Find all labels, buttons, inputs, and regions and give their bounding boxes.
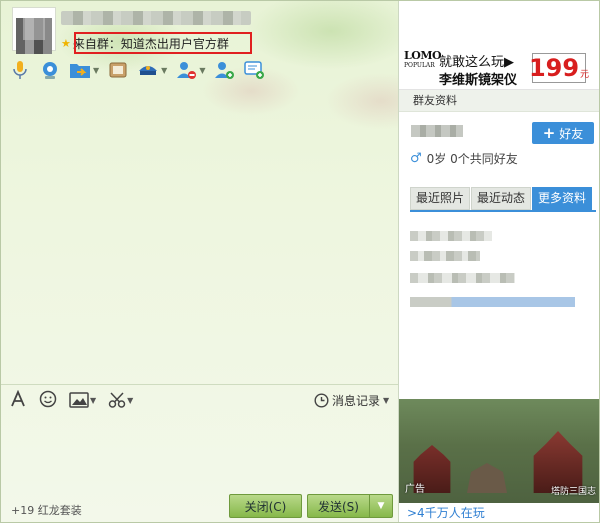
section-title: 群友资料 bbox=[399, 90, 599, 112]
video-button[interactable] bbox=[39, 59, 61, 81]
image-button[interactable]: ▼ bbox=[69, 392, 96, 408]
tab-recent-photos[interactable]: 最近照片 bbox=[410, 187, 471, 210]
info-row-redacted bbox=[410, 231, 492, 241]
age-text: 0岁 0个共同好友 bbox=[426, 152, 518, 166]
chevron-down-icon[interactable]: ▼ bbox=[127, 396, 133, 405]
highlight-annotation bbox=[74, 32, 252, 54]
send-button[interactable]: 发送(S) bbox=[307, 494, 369, 518]
chevron-down-icon[interactable]: ▼ bbox=[90, 396, 96, 405]
folder-transfer-icon bbox=[69, 59, 91, 81]
game-ad[interactable]: 广告 塔防三国志 bbox=[399, 399, 599, 503]
tab-underline bbox=[410, 210, 596, 212]
screenshot-button[interactable]: ▼ bbox=[108, 391, 133, 409]
police-hat-icon bbox=[137, 59, 159, 81]
screen-share-icon bbox=[107, 59, 129, 81]
brand-logo: LOMO POPULAR bbox=[404, 49, 442, 69]
add-friend-label: 好友 bbox=[559, 126, 584, 141]
camera-icon bbox=[39, 59, 61, 81]
plus-icon: + bbox=[542, 123, 556, 142]
suit-label[interactable]: +19 红龙套装 bbox=[11, 502, 82, 518]
message-area[interactable] bbox=[1, 89, 398, 384]
ad-line-2: 李维斯镜架仪 bbox=[439, 73, 518, 88]
chevron-down-icon: ▼ bbox=[377, 501, 385, 511]
image-icon bbox=[69, 392, 89, 408]
footer-bar: +19 红龙套装 关闭(C) 发送(S) ▼ bbox=[1, 493, 398, 522]
ad-line-1: 就敢这么玩▶ bbox=[439, 55, 514, 70]
add-friend-button[interactable]: + 好友 bbox=[532, 122, 594, 144]
banner-ad[interactable]: LOMO POPULAR 就敢这么玩▶ 李维斯镜架仪 199 元 bbox=[399, 45, 599, 90]
info-row-redacted bbox=[410, 273, 515, 283]
chevron-down-icon[interactable]: ▼ bbox=[199, 66, 205, 75]
male-icon: ♂ bbox=[410, 151, 422, 166]
tab-more-info[interactable]: 更多资料 bbox=[532, 187, 593, 210]
remove-member-button[interactable]: ▼ bbox=[175, 59, 205, 81]
right-panel: LOMO POPULAR 就敢这么玩▶ 李维斯镜架仪 199 元 群友资料 + … bbox=[398, 1, 599, 522]
nickname-redacted bbox=[61, 11, 251, 25]
clock-icon bbox=[314, 392, 329, 408]
game-logo: 塔防三国志 bbox=[550, 487, 596, 497]
user-add-icon bbox=[213, 59, 235, 81]
tent-graphic bbox=[467, 463, 507, 493]
user-remove-icon bbox=[175, 59, 197, 81]
info-row-redacted bbox=[410, 297, 575, 307]
voice-button[interactable] bbox=[9, 59, 31, 81]
message-history-button[interactable]: 消息记录 ▼ bbox=[314, 389, 389, 411]
file-transfer-button[interactable]: ▼ bbox=[69, 59, 99, 81]
players-link[interactable]: >4千万人在玩 bbox=[399, 503, 599, 522]
send-options-button[interactable]: ▼ bbox=[369, 494, 393, 518]
message-button[interactable] bbox=[243, 59, 265, 81]
member-name-redacted bbox=[411, 125, 463, 137]
chevron-down-icon[interactable]: ▼ bbox=[161, 66, 167, 75]
chevron-down-icon: ▼ bbox=[383, 395, 390, 405]
close-button[interactable]: 关闭(C) bbox=[229, 494, 302, 518]
member-info: ♂ 0岁 0个共同好友 bbox=[410, 150, 518, 167]
screen-button[interactable] bbox=[107, 59, 129, 81]
ad-tag: 广告 bbox=[405, 484, 425, 495]
app-button[interactable]: ▼ bbox=[137, 59, 167, 81]
input-toolbar: ▼ ▼ bbox=[9, 389, 133, 411]
info-row-redacted bbox=[410, 251, 480, 261]
font-icon[interactable] bbox=[9, 389, 27, 411]
message-history-label: 消息记录 bbox=[332, 393, 381, 408]
chat-window: ★ 来自群：知道杰出用户官方群 ▾ – □ ✕ ▼ bbox=[0, 0, 600, 523]
microphone-icon bbox=[9, 59, 31, 81]
chat-toolbar: ▼ ▼ ▼ bbox=[9, 56, 265, 84]
divider bbox=[1, 384, 398, 385]
emoji-icon[interactable] bbox=[39, 390, 57, 411]
avatar[interactable] bbox=[12, 7, 56, 55]
message-input[interactable] bbox=[1, 413, 398, 491]
add-member-button[interactable] bbox=[213, 59, 235, 81]
star-icon: ★ bbox=[61, 36, 71, 50]
tab-recent-activity[interactable]: 最近动态 bbox=[471, 187, 532, 210]
message-add-icon bbox=[243, 59, 265, 81]
chevron-down-icon[interactable]: ▼ bbox=[93, 66, 99, 75]
profile-tabs: 最近照片 最近动态 更多资料 bbox=[410, 187, 593, 210]
ad-price: 199 元 bbox=[528, 53, 590, 83]
scissors-icon bbox=[108, 392, 126, 408]
